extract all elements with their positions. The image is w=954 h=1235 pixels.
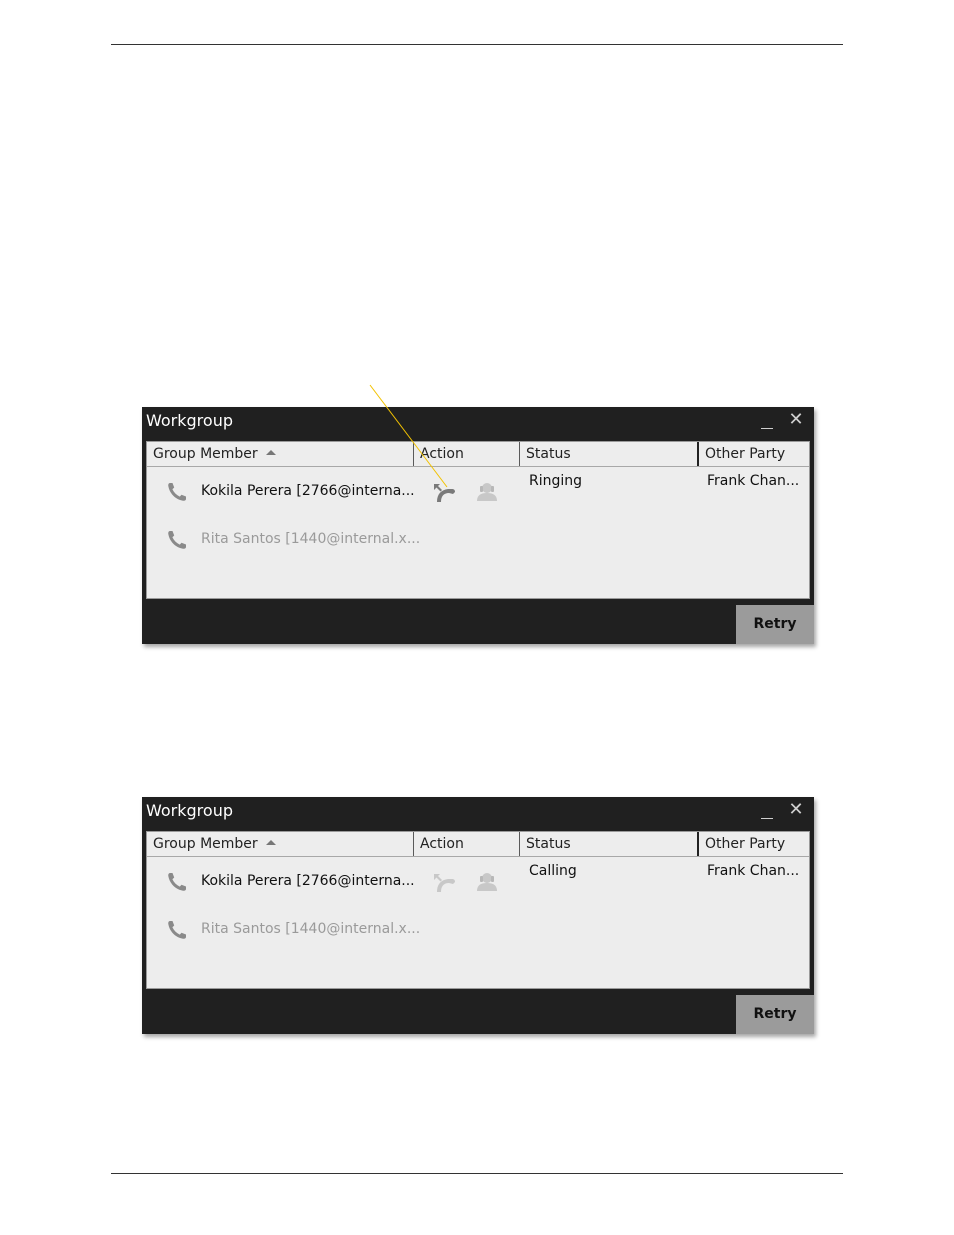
member-name[interactable]: Kokila Perera [2766@interna... xyxy=(201,482,415,500)
list-header: Group Member Action Status Other Party xyxy=(147,832,809,857)
coach-icon[interactable] xyxy=(474,481,500,503)
page-bottom-rule xyxy=(111,1173,843,1174)
column-header-status[interactable]: Status xyxy=(519,832,697,856)
other-party-text: Frank Chan... xyxy=(707,863,800,879)
phone-icon xyxy=(168,483,186,501)
phone-icon xyxy=(168,873,186,891)
member-list: Group Member Action Status Other Party K… xyxy=(146,441,810,599)
workgroup-window-ringing: Workgroup ✕ Group Member Action Status O… xyxy=(142,407,814,644)
column-header-group-member[interactable]: Group Member xyxy=(147,442,413,466)
sort-ascending-icon xyxy=(265,840,276,845)
minimize-icon[interactable] xyxy=(759,803,775,819)
column-header-action[interactable]: Action xyxy=(413,832,519,856)
title-bar[interactable]: Workgroup ✕ xyxy=(142,407,814,435)
coach-icon[interactable] xyxy=(474,871,500,893)
status-text: Calling xyxy=(529,863,577,879)
call-pickup-icon[interactable] xyxy=(431,481,457,505)
other-party-text: Frank Chan... xyxy=(707,473,800,489)
status-text: Ringing xyxy=(529,473,583,489)
minimize-icon[interactable] xyxy=(759,413,775,429)
window-title: Workgroup xyxy=(146,411,233,430)
workgroup-window-calling: Workgroup ✕ Group Member Action Status O… xyxy=(142,797,814,1034)
list-header: Group Member Action Status Other Party xyxy=(147,442,809,467)
member-name[interactable]: Kokila Perera [2766@interna... xyxy=(201,872,415,890)
column-header-other-party[interactable]: Other Party xyxy=(697,832,809,856)
retry-button[interactable]: Retry xyxy=(736,995,814,1034)
list-row[interactable]: Rita Santos [1440@internal.x... xyxy=(147,516,809,562)
member-name[interactable]: Rita Santos [1440@internal.x... xyxy=(201,920,420,938)
list-row[interactable]: Kokila Perera [2766@interna... Ringing F… xyxy=(147,468,809,514)
column-header-status[interactable]: Status xyxy=(519,442,697,466)
column-header-group-member[interactable]: Group Member xyxy=(147,832,413,856)
retry-button[interactable]: Retry xyxy=(736,605,814,644)
close-icon[interactable]: ✕ xyxy=(787,410,805,430)
call-pickup-icon[interactable] xyxy=(431,871,457,895)
column-header-other-party[interactable]: Other Party xyxy=(697,442,809,466)
close-icon[interactable]: ✕ xyxy=(787,800,805,820)
list-row[interactable]: Kokila Perera [2766@interna... Calling F… xyxy=(147,858,809,904)
page-top-rule xyxy=(111,44,843,45)
member-list: Group Member Action Status Other Party K… xyxy=(146,831,810,989)
phone-icon xyxy=(168,921,186,939)
window-title: Workgroup xyxy=(146,801,233,820)
member-name[interactable]: Rita Santos [1440@internal.x... xyxy=(201,530,420,548)
sort-ascending-icon xyxy=(265,450,276,455)
title-bar[interactable]: Workgroup ✕ xyxy=(142,797,814,825)
phone-icon xyxy=(168,531,186,549)
list-row[interactable]: Rita Santos [1440@internal.x... xyxy=(147,906,809,952)
column-header-action[interactable]: Action xyxy=(413,442,519,466)
